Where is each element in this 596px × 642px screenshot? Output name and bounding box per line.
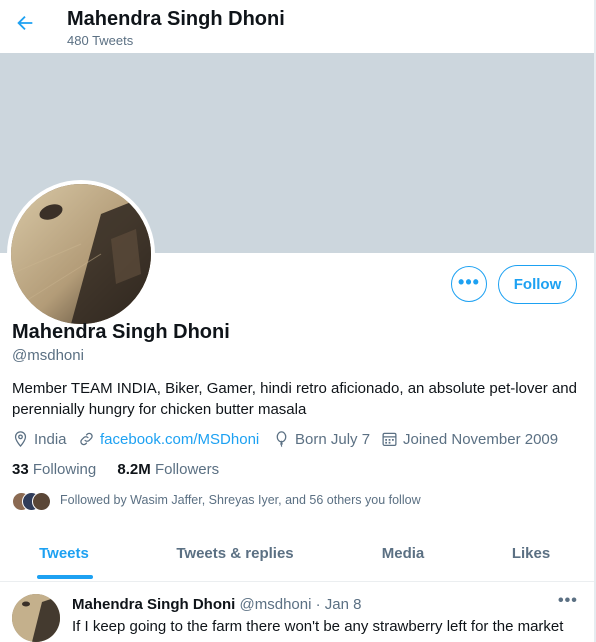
tweet-more-icon[interactable]: ••• <box>558 592 578 610</box>
website-item[interactable]: facebook.com/MSDhoni <box>78 429 259 449</box>
active-tab-indicator <box>37 575 93 579</box>
following-link[interactable]: 33 Following <box>12 461 96 478</box>
followers-count: 8.2M <box>117 461 151 478</box>
profile-header: Mahendra Singh Dhoni 480 Tweets <box>0 0 594 53</box>
birthday-text: Born July 7 <box>295 430 371 448</box>
followed-by-text: Followed by Wasim Jaffer, Shreyas Iyer, … <box>60 493 421 507</box>
location-item: India <box>12 429 67 449</box>
tweet-text: If I keep going to the farm there won't … <box>72 618 564 635</box>
follower-avatar <box>32 492 51 511</box>
tab-tweets-replies[interactable]: Tweets & replies <box>150 535 320 581</box>
location-icon <box>14 431 27 448</box>
follow-counts: 33 Following 8.2M Followers <box>12 461 219 478</box>
location-text: India <box>34 430 67 448</box>
following-count: 33 <box>12 461 29 478</box>
birthday-item: Born July 7 <box>273 429 370 449</box>
link-icon <box>80 432 93 446</box>
joined-item: Joined November 2009 <box>381 429 558 449</box>
tweet-author[interactable]: Mahendra Singh Dhoni <box>72 596 235 613</box>
tweet-date[interactable]: · Jan 8 <box>316 596 362 613</box>
joined-text: Joined November 2009 <box>403 430 559 448</box>
header-title: Mahendra Singh Dhoni <box>67 8 285 30</box>
profile-tabs: Tweets Tweets & replies Media Likes <box>0 535 594 582</box>
profile-avatar[interactable] <box>7 180 155 328</box>
tab-media[interactable]: Media <box>350 535 456 581</box>
tweet-header: Mahendra Singh Dhoni @msdhoni · Jan 8 <box>72 596 361 613</box>
following-label: Following <box>32 461 97 478</box>
balloon-icon <box>276 431 287 448</box>
tweet-handle: @msdhoni <box>239 596 312 613</box>
back-arrow-icon[interactable] <box>14 12 38 40</box>
tab-likes[interactable]: Likes <box>480 535 582 581</box>
follow-button[interactable]: Follow <box>498 265 577 304</box>
followers-label: Followers <box>154 461 220 478</box>
tweet-count: 480 Tweets <box>67 33 134 48</box>
profile-name: Mahendra Singh Dhoni <box>12 321 230 343</box>
tweet-avatar[interactable] <box>12 594 60 642</box>
more-options-button[interactable]: ••• <box>451 266 487 302</box>
website-link[interactable]: facebook.com/MSDhoni <box>100 431 259 448</box>
calendar-icon <box>382 432 397 447</box>
profile-handle: @msdhoni <box>12 347 84 364</box>
profile-bio: Member TEAM INDIA, Biker, Gamer, hindi r… <box>12 380 577 418</box>
followers-link[interactable]: 8.2M Followers <box>117 461 219 478</box>
